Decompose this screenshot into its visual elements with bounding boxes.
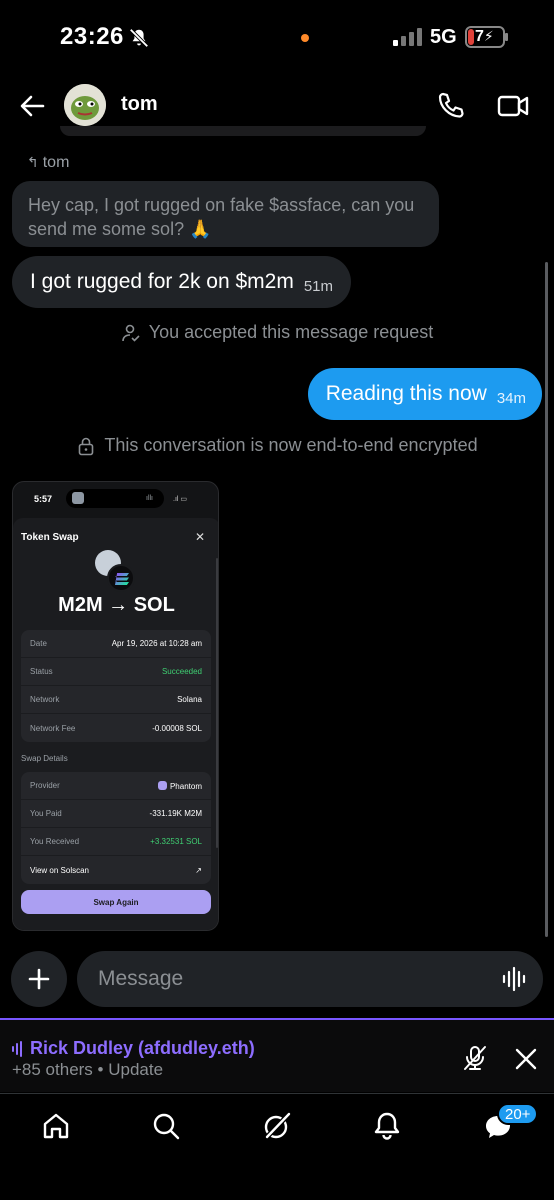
detail-row: Status Succeeded xyxy=(21,658,211,686)
detail-row: View on Solscan ↗ xyxy=(30,865,202,875)
dynamic-island: ıllı xyxy=(66,489,164,508)
detail-row: Network Fee -0.00008 SOL xyxy=(30,723,202,733)
swap-details-card: Provider Phantom You Paid -331.19K M2M You… xyxy=(21,772,211,884)
close-icon[interactable] xyxy=(514,1047,538,1071)
previous-message-edge xyxy=(60,126,426,136)
close-icon: ✕ xyxy=(195,530,206,544)
message-placeholder: Message xyxy=(98,967,184,990)
phantom-icon xyxy=(157,780,167,790)
lock-icon xyxy=(79,437,94,455)
attachment-clock: 5:57 xyxy=(34,494,53,504)
incoming-message[interactable]: I got rugged for 2k on $m2m 51m xyxy=(12,256,351,308)
mic-off-icon[interactable] xyxy=(461,1044,489,1072)
detail-row: Provider Phantom xyxy=(21,772,211,800)
scrollbar[interactable] xyxy=(545,262,548,937)
accepted-notice-text: You accepted this message request xyxy=(148,322,434,342)
reply-context: ↰ tom xyxy=(27,154,69,172)
message-text: Reading this now xyxy=(325,382,487,405)
add-attachment-button[interactable] xyxy=(11,951,67,1007)
quoted-message[interactable]: Hey cap, I got rugged on fake $assface, … xyxy=(12,181,439,247)
swap-again-button: Swap Again xyxy=(21,890,211,914)
back-arrow-icon[interactable] xyxy=(16,90,48,122)
search-icon[interactable] xyxy=(150,1110,182,1142)
message-time: 51m xyxy=(303,277,333,295)
bottom-tab-bar xyxy=(0,1093,554,1200)
network-type: 5G xyxy=(430,26,457,48)
message-input[interactable]: Message xyxy=(77,951,543,1007)
messages-badge: 20+ xyxy=(497,1103,539,1125)
swap-pair: M2M → SOL xyxy=(58,594,175,616)
contact-name[interactable]: tom xyxy=(121,93,158,116)
section-label: Swap Details xyxy=(21,754,68,763)
detail-row: Date Apr 19, 2026 at 10:28 am xyxy=(21,630,211,658)
encrypted-notice-text: This conversation is now end-to-end encr… xyxy=(104,435,478,455)
message-time: 34m xyxy=(496,389,526,407)
live-space-bar[interactable]: Rick Dudley (afdudley.eth) +85 others • … xyxy=(0,1018,554,1092)
bell-muted-icon xyxy=(129,28,149,48)
details-card: Date Apr 19, 2026 at 10:28 am Status Succe… xyxy=(21,630,211,742)
signal-icon xyxy=(393,28,422,46)
solana-logo-icon xyxy=(107,564,135,592)
clock: 23:26 xyxy=(60,23,124,50)
audio-wave-icon: ıllı xyxy=(146,495,153,502)
space-host: Rick Dudley (afdudley.eth) xyxy=(30,1038,255,1058)
image-attachment[interactable]: 5:57 ıllı .ıl ▭ Token Swap ✕ M2M → SOL D… xyxy=(12,481,219,931)
privacy-dot xyxy=(301,34,309,42)
plus-icon xyxy=(28,968,50,990)
live-audio-icon xyxy=(12,1041,22,1057)
space-subtitle: +85 others • Update xyxy=(12,1060,164,1079)
video-icon[interactable] xyxy=(497,91,529,121)
status-bar: 23:26 5G 7⚡ xyxy=(0,0,554,76)
home-icon[interactable] xyxy=(40,1110,72,1142)
attachment-status-bar: 5:57 ıllı .ıl ▭ xyxy=(13,482,218,516)
battery-level: 7 xyxy=(475,28,484,45)
detail-row: You Received +3.32531 SOL xyxy=(21,828,211,856)
grok-icon[interactable] xyxy=(261,1110,293,1142)
status-icons: .ıl ▭ xyxy=(173,496,188,503)
battery-icon: 7⚡ xyxy=(465,26,505,48)
message-text: I got rugged for 2k on $m2m xyxy=(30,270,294,293)
avatar[interactable] xyxy=(64,84,106,126)
notifications-icon[interactable] xyxy=(371,1110,403,1142)
reply-to-name: tom xyxy=(42,154,70,171)
reply-arrow-icon: ↰ xyxy=(27,154,39,170)
phone-icon[interactable] xyxy=(436,90,466,120)
detail-row: Network Solana xyxy=(21,686,211,714)
voice-message-icon[interactable] xyxy=(501,966,527,992)
user-check-icon xyxy=(121,324,140,342)
accepted-notice: You accepted this message request xyxy=(0,322,554,343)
external-link-icon: ↗ xyxy=(195,865,202,875)
outgoing-message[interactable]: Reading this now 34m xyxy=(307,368,542,420)
encrypted-notice: This conversation is now end-to-end encr… xyxy=(0,435,554,456)
detail-row: You Paid -331.19K M2M xyxy=(21,800,211,828)
panel-title: Token Swap xyxy=(21,532,79,543)
token-swap-panel: Token Swap ✕ M2M → SOL Date Apr 19, 2026 … xyxy=(13,518,218,930)
